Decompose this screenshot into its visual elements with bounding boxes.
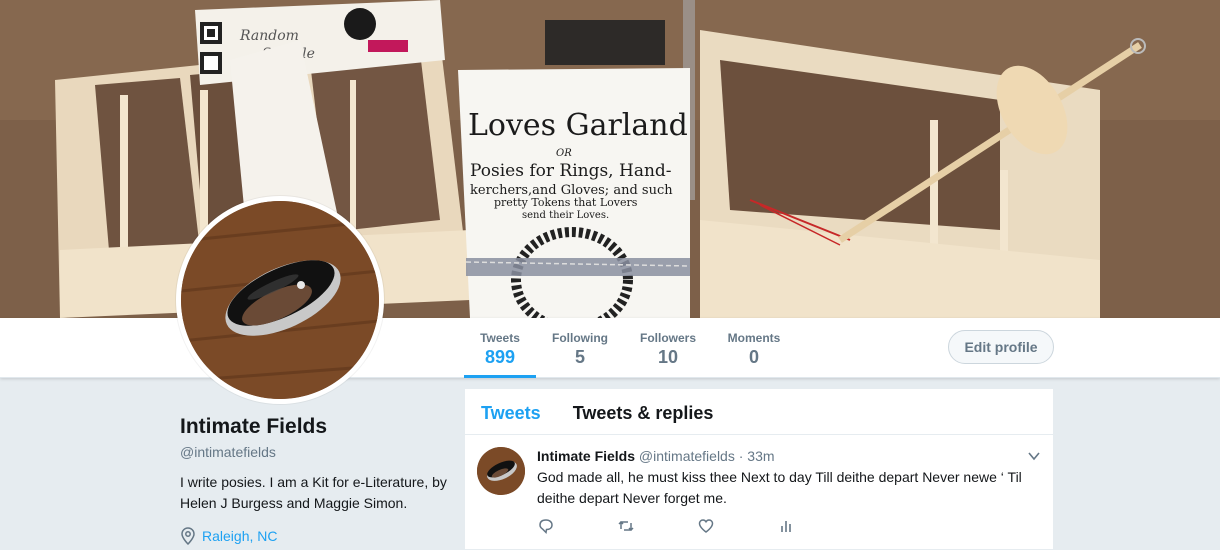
profile-bio: I write posies. I am a Kit for e-Literat… [180,474,447,511]
retweet-icon [618,520,634,532]
like-button[interactable] [697,515,777,537]
profile-avatar[interactable] [176,196,384,404]
profile-location-link[interactable]: Raleigh, NC [202,528,277,544]
svg-text:OR: OR [556,148,572,159]
tweet[interactable]: Intimate Fields @intimatefields · 33m Go… [465,435,1053,550]
retweet-button[interactable] [617,515,697,537]
tab-tweets-and-replies[interactable]: Tweets & replies [557,389,730,435]
edit-profile-button[interactable]: Edit profile [948,330,1054,364]
location-pin-icon [181,527,195,545]
stat-moments-value: 0 [748,347,759,367]
heart-icon [698,519,714,533]
svg-text:Loves Garland: Loves Garland [468,108,688,143]
profile-location: Raleigh, NC [180,527,277,545]
tweet-author-handle[interactable]: @intimatefields [639,448,735,464]
reply-button[interactable] [537,515,617,537]
stat-moments[interactable]: Moments 0 [720,318,788,378]
svg-text:Random: Random [239,28,299,44]
loves-garland-book: Loves Garland OR Posies for Rings, Hand-… [458,68,691,318]
tab-tweets[interactable]: Tweets [465,389,557,435]
stat-tweets-label: Tweets [480,331,520,345]
reply-icon [539,519,553,535]
stat-followers-label: Followers [639,331,696,345]
ring-photo-small [477,447,525,495]
tweet-author-name[interactable]: Intimate Fields [537,448,635,464]
profile-handle[interactable]: @intimatefields [180,444,276,460]
stat-tweets[interactable]: Tweets 899 [464,318,536,378]
tweet-header: Intimate Fields @intimatefields · 33m [537,447,1037,465]
profile-name[interactable]: Intimate Fields [180,415,327,439]
tweet-separator: · [738,448,744,464]
tweet-actions [537,515,857,537]
svg-text:pretty Tokens that Lovers: pretty Tokens that Lovers [494,196,638,209]
stat-moments-label: Moments [727,331,781,345]
ring-photo [181,201,379,399]
timeline-tabs: Tweets Tweets & replies [465,389,1053,435]
timeline: Tweets Tweets & replies Intimate Fields … [464,388,1054,550]
stat-following-value: 5 [574,347,585,367]
stat-followers[interactable]: Followers 10 [632,318,704,378]
svg-text:send their Loves.: send their Loves. [522,210,609,221]
tweet-avatar[interactable] [477,447,525,495]
stat-following[interactable]: Following 5 [546,318,614,378]
svg-text:Posies for Rings, Hand-: Posies for Rings, Hand- [470,161,672,181]
tweet-text: God made all, he must kiss thee Next to … [537,469,1022,506]
chevron-down-icon[interactable] [1027,449,1041,463]
stat-following-label: Following [552,331,608,345]
stat-followers-value: 10 [657,347,679,367]
tweet-timestamp[interactable]: 33m [747,448,774,464]
analytics-button[interactable] [777,515,857,537]
stat-tweets-value: 899 [484,347,516,367]
analytics-icon [781,521,791,532]
